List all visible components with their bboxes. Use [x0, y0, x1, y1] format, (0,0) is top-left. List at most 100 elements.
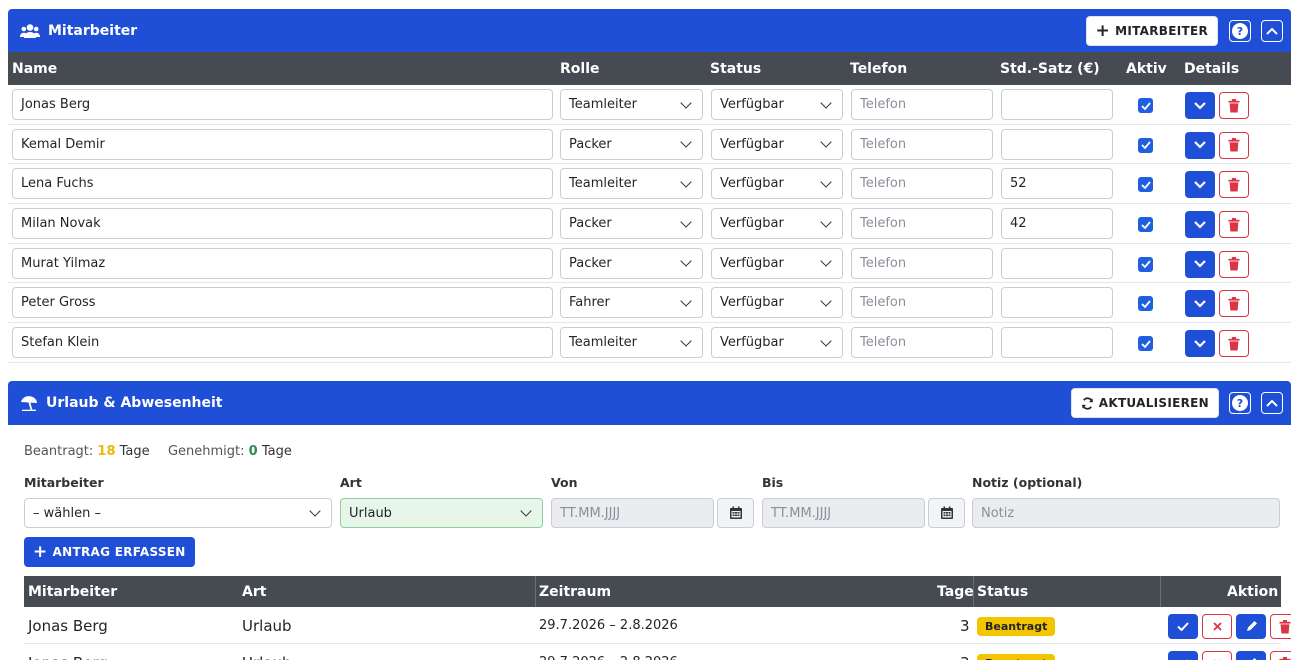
type-select-label: Art — [340, 475, 362, 490]
active-checkbox[interactable] — [1138, 217, 1153, 233]
status-select[interactable]: Verfügbar — [711, 247, 843, 279]
role-select[interactable]: Fahrer — [560, 287, 703, 319]
role-select[interactable]: Teamleiter — [560, 89, 703, 120]
expand-details-button[interactable] — [1185, 92, 1215, 119]
expand-details-button[interactable] — [1185, 290, 1215, 318]
chevron-down-icon — [820, 255, 832, 267]
phone-input[interactable]: Telefon — [851, 208, 993, 240]
expand-details-button[interactable] — [1185, 171, 1215, 199]
status-select[interactable]: Verfügbar — [711, 128, 843, 160]
active-checkbox[interactable] — [1138, 98, 1153, 113]
chevron-down-icon — [520, 505, 532, 517]
collapse-button[interactable] — [1261, 20, 1283, 42]
help-button[interactable]: ? — [1229, 20, 1251, 42]
active-checkbox[interactable] — [1138, 296, 1153, 312]
rate-input[interactable] — [1001, 247, 1113, 279]
employees-table-body: Jonas Berg Teamleiter Verfügbar Telefon Kema… — [8, 85, 1291, 363]
help-button[interactable]: ? — [1229, 392, 1251, 414]
delete-button[interactable] — [1219, 290, 1249, 318]
rate-input[interactable] — [1001, 327, 1113, 359]
table-row: Jonas Berg Urlaub 29.7.2026 – 2.8.2026 3 Bea… — [24, 644, 1291, 660]
table-row: Lena Fuchs Teamleiter Verfügbar Telefon 52 — [8, 164, 1291, 205]
employee-select[interactable]: – wählen – — [24, 498, 332, 528]
delete-button[interactable] — [1219, 131, 1249, 159]
to-date-input[interactable]: TT.MM.JJJJ — [762, 498, 925, 528]
phone-input[interactable]: Telefon — [851, 168, 993, 200]
rate-input[interactable] — [1001, 89, 1113, 120]
delete-button[interactable] — [1219, 250, 1249, 278]
refresh-button[interactable]: AKTUALISIEREN — [1070, 388, 1219, 418]
rate-input[interactable]: 42 — [1001, 208, 1113, 240]
status-select[interactable]: Verfügbar — [711, 287, 843, 319]
status-select[interactable]: Verfügbar — [711, 208, 843, 240]
phone-input[interactable]: Telefon — [851, 128, 993, 160]
table-row: Jonas Berg Urlaub 29.7.2026 – 2.8.2026 3 Bea… — [24, 607, 1291, 644]
approve-button[interactable] — [1168, 614, 1198, 639]
rate-input[interactable] — [1001, 287, 1113, 319]
phone-input[interactable]: Telefon — [851, 327, 993, 359]
role-select[interactable]: Packer — [560, 128, 703, 160]
delete-button[interactable] — [1219, 92, 1249, 119]
rate-input[interactable]: 52 — [1001, 168, 1113, 200]
expand-details-button[interactable] — [1185, 330, 1215, 358]
submit-request-button[interactable]: + ANTRAG ERFASSEN — [24, 537, 195, 567]
from-date-input[interactable]: TT.MM.JJJJ — [551, 498, 714, 528]
name-input[interactable]: Peter Gross — [12, 287, 553, 319]
reject-button[interactable] — [1202, 651, 1232, 660]
chevron-down-icon — [820, 96, 832, 109]
vacation-panel-header: Urlaub & Abwesenheit AKTUALISIEREN ? — [8, 381, 1291, 425]
edit-button[interactable] — [1236, 651, 1266, 660]
trash-icon — [1279, 619, 1291, 633]
col-type: Art — [242, 584, 267, 600]
expand-details-button[interactable] — [1185, 131, 1215, 159]
to-date-calendar-button[interactable] — [928, 498, 965, 528]
phone-input[interactable]: Telefon — [851, 247, 993, 279]
status-select[interactable]: Verfügbar — [711, 89, 843, 120]
days-cell: 3 — [960, 654, 970, 660]
status-select[interactable]: Verfügbar — [711, 327, 843, 359]
type-cell: Urlaub — [242, 617, 292, 635]
reject-button[interactable] — [1202, 614, 1232, 639]
note-input[interactable]: Notiz — [972, 498, 1280, 528]
chevron-up-icon — [1266, 399, 1278, 407]
table-row: Milan Novak Packer Verfügbar Telefon 42 — [8, 204, 1291, 244]
name-input[interactable]: Jonas Berg — [12, 89, 553, 120]
name-input[interactable]: Milan Novak — [12, 208, 553, 240]
approve-button[interactable] — [1168, 651, 1198, 660]
table-row: Murat Yilmaz Packer Verfügbar Telefon — [8, 244, 1291, 284]
role-select[interactable]: Teamleiter — [560, 327, 703, 359]
expand-details-button[interactable] — [1185, 250, 1215, 278]
collapse-button[interactable] — [1261, 392, 1283, 414]
expand-details-button[interactable] — [1185, 211, 1215, 239]
name-input[interactable]: Murat Yilmaz — [12, 247, 553, 279]
role-select[interactable]: Teamleiter — [560, 168, 703, 200]
delete-button[interactable] — [1270, 651, 1291, 660]
name-input[interactable]: Kemal Demir — [12, 128, 553, 160]
active-checkbox[interactable] — [1138, 336, 1153, 352]
name-input[interactable]: Lena Fuchs — [12, 168, 553, 200]
edit-button[interactable] — [1236, 614, 1266, 639]
delete-button[interactable] — [1219, 330, 1249, 358]
type-select[interactable]: Urlaub — [340, 498, 543, 528]
active-checkbox[interactable] — [1138, 177, 1153, 193]
delete-button[interactable] — [1270, 614, 1291, 639]
add-employee-button[interactable]: + MITARBEITER — [1085, 16, 1218, 46]
rate-input[interactable] — [1001, 128, 1113, 160]
role-select[interactable]: Packer — [560, 208, 703, 240]
active-checkbox[interactable] — [1138, 137, 1153, 153]
vacation-panel: Urlaub & Abwesenheit AKTUALISIEREN ? — [8, 381, 1291, 425]
from-date-label: Von — [551, 475, 578, 490]
delete-button[interactable] — [1219, 211, 1249, 239]
umbrella-beach-icon — [21, 396, 37, 411]
name-input[interactable]: Stefan Klein — [12, 327, 553, 359]
chevron-down-icon — [820, 176, 832, 188]
from-date-calendar-button[interactable] — [717, 498, 754, 528]
col-details: Details — [1184, 61, 1240, 77]
phone-input[interactable]: Telefon — [851, 287, 993, 319]
delete-button[interactable] — [1219, 171, 1249, 199]
status-badge: Beantragt — [977, 617, 1056, 636]
phone-input[interactable]: Telefon — [851, 89, 993, 120]
role-select[interactable]: Packer — [560, 247, 703, 279]
active-checkbox[interactable] — [1138, 256, 1153, 272]
status-select[interactable]: Verfügbar — [711, 168, 843, 200]
